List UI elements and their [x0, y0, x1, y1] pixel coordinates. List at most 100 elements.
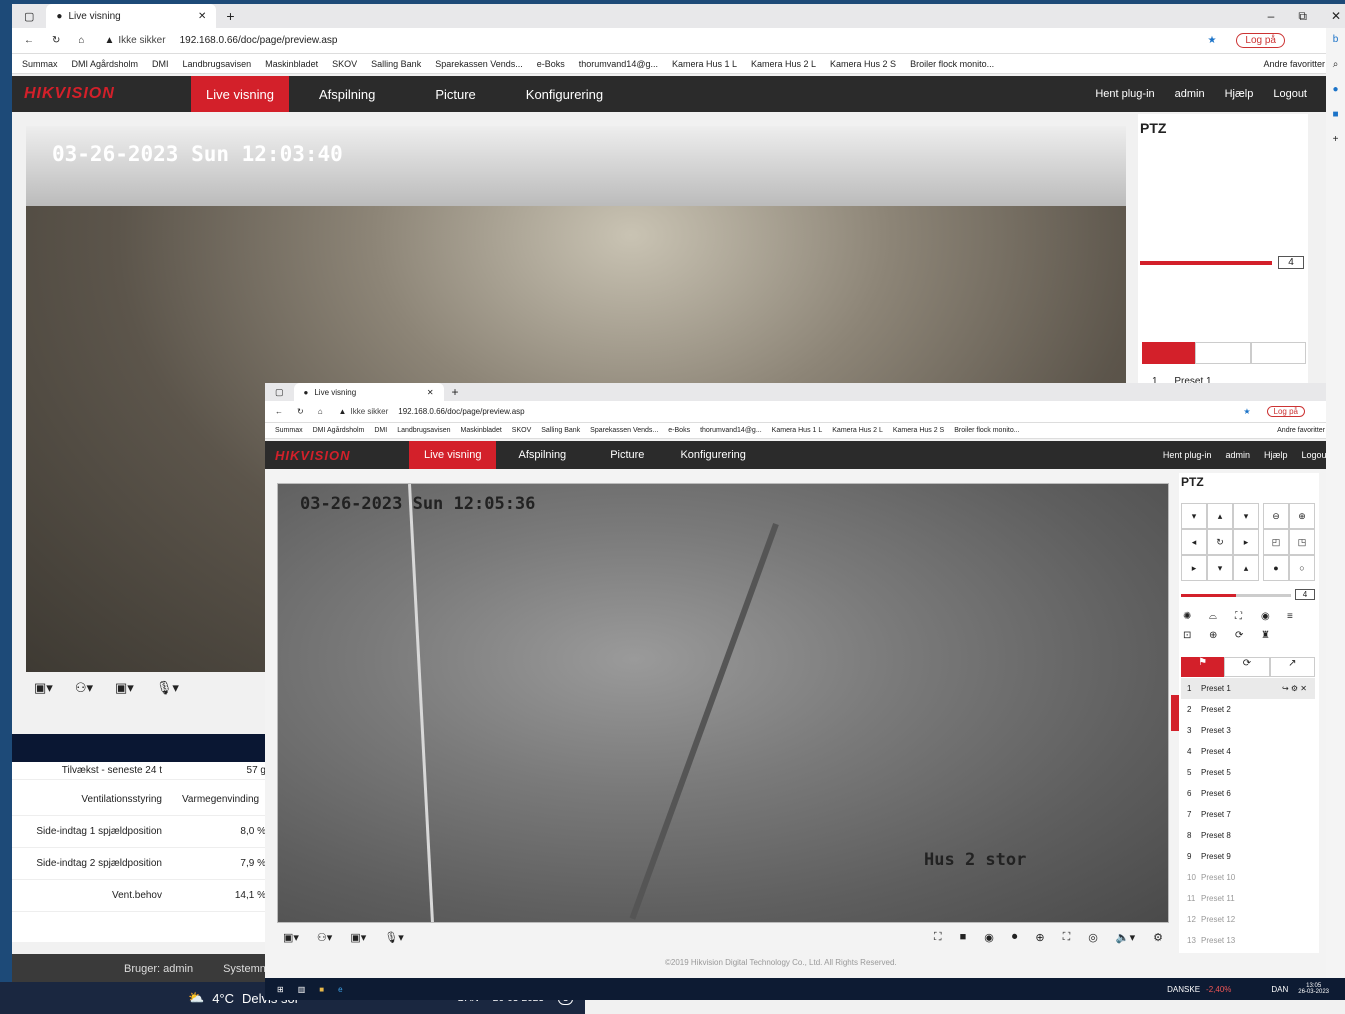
refresh-icon[interactable]: ↻ [52, 35, 60, 46]
bookmark-item[interactable]: Kamera Hus 2 L [751, 59, 816, 69]
bookmark-item[interactable]: Kamera Hus 1 L [672, 59, 737, 69]
front-camera-view[interactable]: 03-26-2023 Sun 12:05:36 Hus 2 stor [277, 483, 1169, 923]
help-link[interactable]: Hjælp [1264, 450, 1288, 460]
close-tab-icon[interactable]: ✕ [427, 388, 434, 397]
bookmark-item[interactable]: Kamera Hus 2 S [830, 59, 896, 69]
menu-playback[interactable]: Afspilning [496, 441, 588, 469]
menu-config[interactable]: Konfigurering [666, 441, 759, 469]
bookmark-item[interactable]: Salling Bank [371, 59, 421, 69]
back-speed-slider[interactable] [1140, 261, 1272, 265]
ptz-left[interactable]: ◂ [1181, 529, 1207, 555]
lang-indicator[interactable]: DAN [1271, 985, 1288, 994]
zoom-icon[interactable]: ⊕ [1035, 931, 1044, 944]
focus-far-icon[interactable]: ◳ [1289, 529, 1315, 555]
explorer-icon[interactable]: ■ [319, 985, 324, 994]
preset-tab[interactable]: ⚑ [1181, 657, 1225, 677]
admin-link[interactable]: admin [1225, 450, 1250, 460]
preset-item[interactable]: 13 Preset 13 [1181, 930, 1315, 951]
bookmark-item[interactable]: Summax [22, 59, 58, 69]
tab-actions-icon[interactable]: ▢ [275, 387, 284, 398]
bookmark-item[interactable]: DMI [152, 59, 169, 69]
other-favorites[interactable]: Andre favoritter [1277, 427, 1325, 434]
logout-link[interactable]: Logout [1273, 88, 1307, 100]
bookmark-item[interactable]: thorumvand14@g... [579, 59, 658, 69]
preset-item[interactable]: 10 Preset 10 [1181, 867, 1315, 888]
zoom-in-icon[interactable]: ⊕ [1289, 503, 1315, 529]
menu-live[interactable]: Live visning [191, 76, 289, 112]
ptz-up-left[interactable]: ▾ [1181, 503, 1207, 529]
preset-item[interactable]: 12 Preset 12 [1181, 909, 1315, 930]
bookmark-item[interactable]: Maskinbladet [265, 59, 318, 69]
tab-actions-icon[interactable]: ▢ [24, 10, 34, 23]
edge-icon[interactable]: e [338, 985, 342, 994]
zoom-search-icon[interactable]: ⊕ [1209, 630, 1235, 641]
manual-track-icon[interactable]: ⟳ [1235, 630, 1261, 641]
bookmark-item[interactable]: e-Boks [668, 427, 690, 434]
bookmark-item[interactable]: DMI Agårdsholm [72, 59, 139, 69]
bookmark-item[interactable]: Broiler flock monito... [910, 59, 994, 69]
park-icon[interactable]: ♜ [1261, 630, 1287, 641]
new-tab-icon[interactable]: + [226, 8, 234, 24]
bookmark-item[interactable]: Kamera Hus 1 L [772, 427, 823, 434]
preset-item[interactable]: 5 Preset 5 [1181, 762, 1315, 783]
bookmark-item[interactable]: Broiler flock monito... [954, 427, 1019, 434]
task-view-icon[interactable]: ▥ [298, 985, 306, 994]
patrol-tab[interactable] [1195, 342, 1251, 364]
bookmark-item[interactable]: Landbrugsavisen [397, 427, 450, 434]
bookmark-item[interactable]: Maskinbladet [461, 427, 502, 434]
menu-picture[interactable]: Picture [405, 76, 505, 112]
preset-item[interactable]: 1 Preset 1 ↪ ⚙ ✕ [1181, 678, 1315, 699]
pattern-tab[interactable] [1250, 342, 1306, 364]
preset-item[interactable]: 11 Preset 11 [1181, 888, 1315, 909]
menu-live[interactable]: Live visning [409, 441, 497, 469]
security-warning[interactable]: Ikke sikker [350, 407, 388, 416]
iris-open-icon[interactable]: ● [1263, 555, 1289, 581]
focus-assist-icon[interactable]: ⛶ [1235, 611, 1261, 622]
stop-icon[interactable]: ■ [960, 931, 967, 944]
plugin-link[interactable]: Hent plug-in [1163, 450, 1212, 460]
menu-picture[interactable]: Picture [588, 441, 666, 469]
wiper-icon[interactable]: ⌓ [1209, 611, 1235, 622]
preset-item[interactable]: 7 Preset 7 [1181, 804, 1315, 825]
crop-icon[interactable]: ⛶ [934, 931, 942, 944]
new-tab-icon[interactable]: + [452, 385, 459, 399]
capture-icon[interactable]: ◉ [984, 931, 994, 944]
layout-icon[interactable]: ▣▾ [283, 931, 299, 944]
preset-item[interactable]: 4 Preset 4 [1181, 741, 1315, 762]
bookmark-item[interactable]: SKOV [332, 59, 357, 69]
front-tab[interactable]: ● Live visning ✕ [293, 383, 444, 401]
light-icon[interactable]: ✺ [1183, 611, 1209, 622]
bookmark-item[interactable]: Sparekassen Vends... [435, 59, 523, 69]
bookmark-item[interactable]: Kamera Hus 2 S [893, 427, 944, 434]
logout-link[interactable]: Logout [1301, 450, 1329, 460]
iris-close-icon[interactable]: ○ [1289, 555, 1315, 581]
ptz-up[interactable]: ▴ [1207, 503, 1233, 529]
preset-item[interactable]: 9 Preset 9 [1181, 846, 1315, 867]
start-icon[interactable]: ⊞ [277, 985, 284, 994]
bookmark-item[interactable]: Summax [275, 427, 303, 434]
other-favorites[interactable]: Andre favoritter [1263, 59, 1325, 69]
stream-icon[interactable]: ⚇▾ [317, 931, 332, 944]
login-button[interactable]: Log på [1236, 33, 1285, 48]
home-icon[interactable]: ⌂ [78, 35, 84, 46]
weather-icon[interactable]: ⛅ [188, 990, 204, 1006]
back-tab[interactable]: ● Live visning ✕ [46, 4, 217, 28]
window-icon[interactable]: ▣▾ [350, 931, 366, 944]
favorite-star-icon[interactable]: ★ [1243, 407, 1250, 416]
speed-value[interactable]: 4 [1295, 589, 1315, 600]
preset-action-icons[interactable]: ↪ ⚙ ✕ [1282, 684, 1315, 693]
home-icon[interactable]: ⌂ [318, 407, 323, 416]
security-warning[interactable]: Ikke sikker [118, 35, 165, 46]
close-window-icon[interactable]: ✕ [1331, 9, 1341, 23]
bookmark-item[interactable]: Kamera Hus 2 L [832, 427, 883, 434]
record-icon[interactable]: ⏺ [1012, 931, 1018, 944]
fisheye-icon[interactable]: ◎ [1088, 931, 1098, 944]
menu-playback[interactable]: Afspilning [289, 76, 405, 112]
focus-near-icon[interactable]: ◰ [1263, 529, 1289, 555]
panel-toggle[interactable] [1171, 695, 1179, 731]
patrol-tab[interactable]: ⟳ [1224, 657, 1270, 677]
stream-icon[interactable]: ⚇▾ [75, 680, 93, 696]
url-text[interactable]: 192.168.0.66/doc/page/preview.asp [398, 407, 524, 416]
audio-icon[interactable]: 🔈▾ [1116, 931, 1135, 944]
zoom-out-icon[interactable]: ⊖ [1263, 503, 1289, 529]
